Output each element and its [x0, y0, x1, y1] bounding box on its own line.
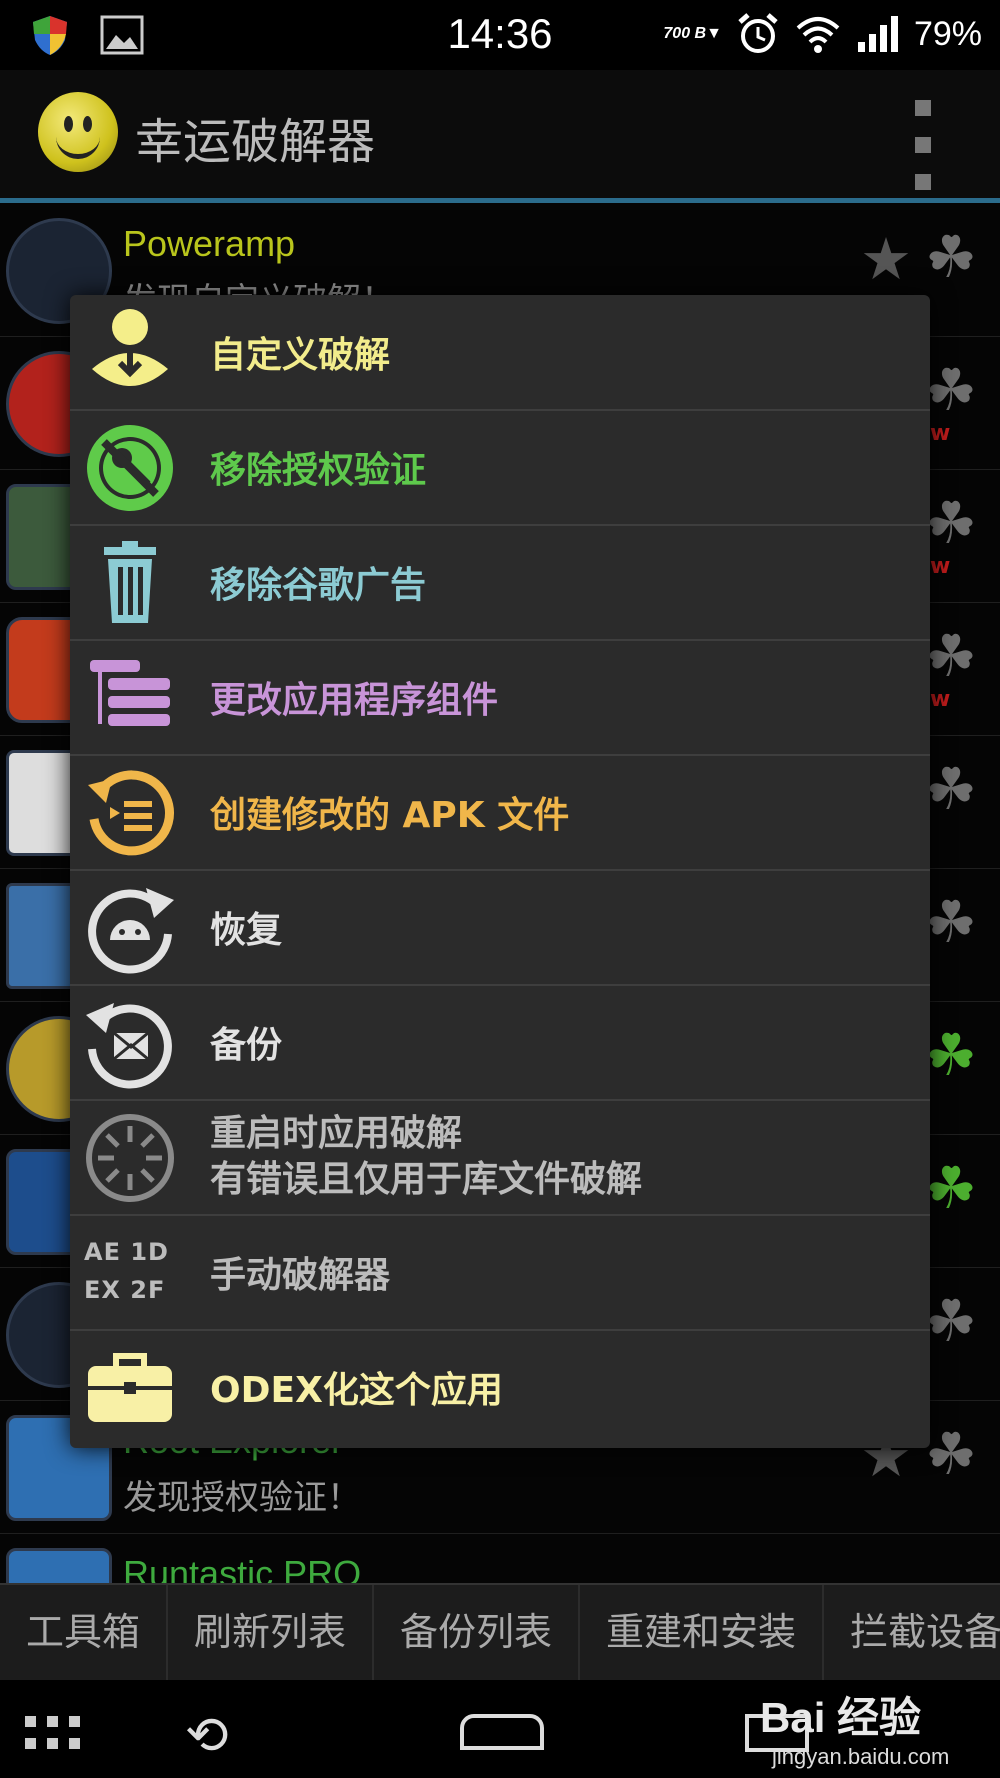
menu-item-create-apk[interactable]: 创建修改的 APK 文件 — [70, 755, 930, 871]
refresh-list-button[interactable]: 刷新列表 — [168, 1585, 375, 1680]
smiley-icon[interactable] — [38, 92, 118, 172]
menu-label: 自定义破解 — [210, 335, 391, 376]
block-device-button[interactable]: 拦截设备 — [824, 1585, 1000, 1680]
w-mark: w — [930, 421, 951, 446]
menu-item-remove-license[interactable]: 移除授权验证 — [70, 410, 930, 526]
wifi-icon — [796, 17, 840, 53]
menu-label: 备份 — [210, 1025, 283, 1066]
home-icon[interactable] — [460, 1714, 544, 1750]
clover-icon: ☘ — [925, 888, 977, 956]
app-icon — [6, 1548, 112, 1583]
menu-item-manual-patcher[interactable]: AE 1D EX 2F 手动破解器 — [70, 1215, 930, 1331]
toolbox-button[interactable]: 工具箱 — [0, 1585, 169, 1680]
clover-icon: ☘ — [925, 1287, 977, 1355]
create-apk-icon — [88, 770, 174, 856]
clover-icon: ☘ — [925, 755, 977, 823]
menu-label-group: 重启时应用破解 有错误且仅用于库文件破解 — [210, 1100, 642, 1214]
menu-label-line2: 有错误且仅用于库文件破解 — [210, 1159, 643, 1200]
toolbox-icon — [88, 1353, 172, 1422]
custom-patch-person-icon — [92, 309, 168, 386]
app-bar: 幸运破解器 — [0, 70, 1000, 203]
menu-item-reboot-patch[interactable]: 重启时应用破解 有错误且仅用于库文件破解 — [70, 1100, 930, 1216]
back-icon[interactable]: ⟲ — [185, 1706, 229, 1766]
menu-item-odex[interactable]: ODEX化这个应用 — [70, 1330, 930, 1444]
clover-icon: ☘ — [925, 356, 977, 424]
bottom-toolbar: 工具箱 刷新列表 备份列表 重建和安装 拦截设备 — [0, 1583, 1000, 1680]
battery-percent: 79% — [913, 14, 982, 53]
backup-list-button[interactable]: 备份列表 — [374, 1585, 581, 1680]
menu-label: 移除谷歌广告 — [210, 565, 427, 606]
overflow-menu-icon[interactable] — [915, 100, 933, 190]
alarm-icon — [738, 13, 778, 53]
clover-icon: ☘ — [925, 1154, 977, 1222]
menu-item-backup[interactable]: 备份 — [70, 985, 930, 1101]
menu-item-restore[interactable]: 恢复 — [70, 870, 930, 986]
remove-license-key-icon — [87, 425, 173, 511]
status-bar: 14:36 700 B▼ 79% — [0, 0, 1000, 70]
trash-icon — [104, 541, 156, 623]
restore-android-icon — [88, 888, 174, 974]
menu-label: 更改应用程序组件 — [210, 680, 499, 721]
menu-label: 移除授权验证 — [210, 450, 427, 491]
menu-label: ODEX化这个应用 — [210, 1370, 503, 1411]
clover-icon: ☘ — [925, 622, 977, 690]
menu-label-line1: 重启时应用破解 — [210, 1113, 463, 1154]
w-mark: w — [930, 554, 951, 579]
reboot-spinner-icon — [86, 1114, 174, 1202]
menu-item-change-components[interactable]: 更改应用程序组件 — [70, 640, 930, 756]
app-status: 发现授权验证！ — [123, 1478, 361, 1518]
components-list-icon — [90, 660, 170, 726]
context-menu: 自定义破解 移除授权验证 移除谷歌广告 更改应用程序组件 创建修改的 APK 文… — [70, 295, 930, 1448]
app-name: Runtastic PRO — [123, 1553, 362, 1583]
clover-icon: ☘ — [925, 1420, 977, 1488]
app-title: 幸运破解器 — [135, 114, 376, 170]
clover-icon: ☘ — [925, 1021, 977, 1089]
menu-item-custom-patch[interactable]: 自定义破解 — [70, 295, 930, 411]
clover-icon: ☘ — [925, 223, 977, 291]
hex-line2: EX 2F — [84, 1276, 166, 1304]
baidu-watermark: Bai 经验 jingyan.baidu.com — [760, 1678, 1000, 1778]
net-speed: 700 B▼ — [663, 25, 722, 42]
hex-line1: AE 1D — [84, 1238, 169, 1266]
app-grid-icon[interactable] — [25, 1716, 85, 1750]
watermark-main: Bai 经验 — [760, 1694, 922, 1741]
rebuild-install-button[interactable]: 重建和安装 — [580, 1585, 825, 1680]
signal-icon — [857, 16, 898, 52]
menu-item-remove-ads[interactable]: 移除谷歌广告 — [70, 525, 930, 641]
backup-mail-icon — [86, 1003, 172, 1089]
list-item[interactable]: Runtastic PRO — [0, 1533, 1000, 1583]
hex-code-icon: AE 1D EX 2F — [84, 1227, 176, 1325]
menu-label: 手动破解器 — [210, 1255, 391, 1296]
menu-label: 恢复 — [210, 910, 283, 951]
w-mark: w — [930, 687, 951, 712]
star-icon[interactable]: ★ — [860, 225, 912, 293]
menu-label: 创建修改的 APK 文件 — [210, 795, 570, 836]
clover-icon: ☘ — [925, 489, 977, 557]
app-name: Poweramp — [123, 223, 296, 264]
status-bar-system: 700 B▼ 79% — [663, 12, 982, 56]
watermark-url: jingyan.baidu.com — [772, 1744, 950, 1769]
